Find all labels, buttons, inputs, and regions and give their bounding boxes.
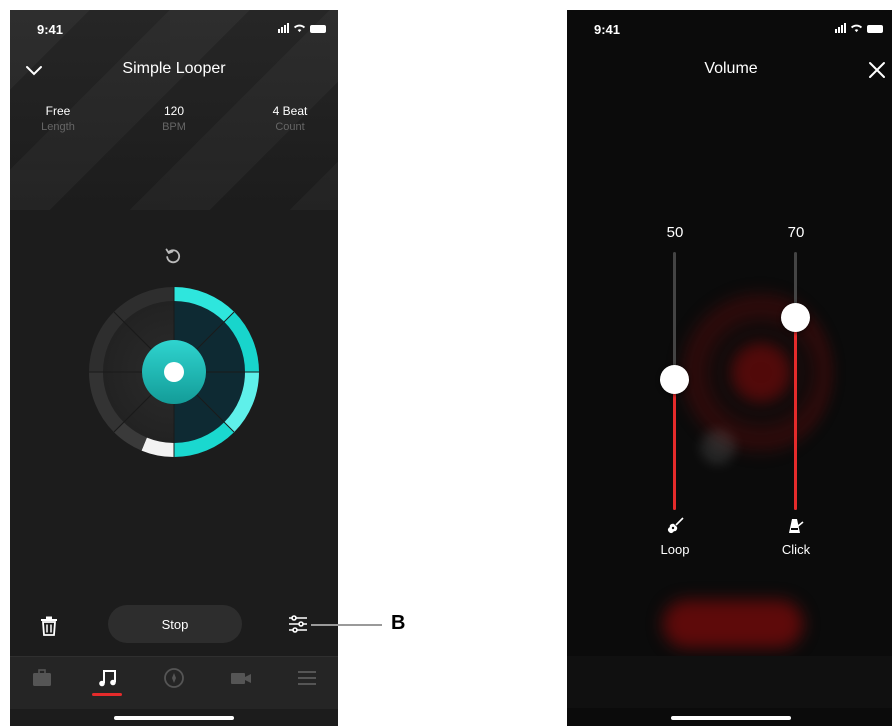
page-title: Volume	[704, 60, 758, 77]
bpm-value: 120	[163, 104, 185, 118]
system-icons	[278, 23, 326, 33]
home-indicator	[671, 716, 791, 720]
looper-screen: 9:41 Simple Looper Free Length 120 BPM 4…	[10, 10, 338, 726]
callout-label: B	[391, 612, 406, 634]
video-camera-icon[interactable]	[230, 667, 252, 689]
sliders-icon[interactable]	[288, 614, 308, 634]
info-bpm[interactable]: 120 BPM	[134, 104, 214, 133]
control-bar: Stop	[10, 605, 338, 647]
page-title: Simple Looper	[122, 60, 226, 77]
callout-line	[311, 624, 382, 626]
count-label: Count	[275, 121, 305, 133]
status-bar: 9:41	[567, 20, 892, 40]
looper-dial[interactable]	[88, 286, 260, 458]
count-value: 4 Beat	[272, 104, 308, 118]
click-volume-value: 70	[787, 224, 805, 241]
volume-screen: 9:41 Volume 50 Loop 70 Click	[567, 10, 892, 726]
screenshot-canvas: 9:41 Simple Looper Free Length 120 BPM 4…	[0, 0, 892, 726]
signal-icon	[835, 23, 846, 33]
header: Volume	[567, 58, 892, 82]
status-time: 9:41	[37, 22, 64, 37]
slider-knob[interactable]	[781, 303, 810, 332]
home-indicator	[114, 716, 234, 720]
briefcase-icon[interactable]	[31, 667, 53, 689]
active-tab-indicator	[92, 693, 122, 696]
system-icons	[835, 23, 883, 33]
click-label: Click	[781, 542, 811, 557]
header: Simple Looper	[10, 58, 338, 82]
wifi-icon	[293, 24, 306, 33]
loop-volume-value: 50	[666, 224, 684, 241]
slider-fill	[794, 317, 797, 510]
blurred-background	[567, 10, 892, 726]
stop-button[interactable]: Stop	[108, 605, 242, 643]
bpm-label: BPM	[162, 121, 186, 133]
battery-icon	[867, 25, 883, 33]
loop-label: Loop	[660, 542, 690, 557]
length-label: Length	[41, 121, 75, 133]
info-length[interactable]: Free Length	[18, 104, 98, 133]
info-count[interactable]: 4 Beat Count	[250, 104, 330, 133]
close-icon[interactable]	[867, 60, 887, 80]
slider-fill	[673, 379, 676, 510]
battery-icon	[310, 25, 326, 33]
undo-icon[interactable]	[164, 247, 182, 265]
slider-knob[interactable]	[660, 365, 689, 394]
signal-icon	[278, 23, 289, 33]
status-bar: 9:41	[10, 20, 338, 40]
click-volume-slider[interactable]: 70 Click	[766, 224, 826, 564]
music-note-icon[interactable]	[97, 667, 119, 689]
dial-center-dot	[164, 362, 184, 382]
trash-icon[interactable]	[40, 616, 58, 636]
guitar-icon	[667, 517, 684, 534]
metronome-icon	[789, 519, 804, 533]
loop-volume-slider[interactable]: 50 Loop	[645, 224, 705, 564]
status-time: 9:41	[594, 22, 621, 37]
length-value: Free	[45, 104, 71, 118]
wifi-icon	[850, 24, 863, 33]
tab-bar	[10, 656, 338, 709]
menu-icon[interactable]	[296, 667, 318, 689]
compass-icon[interactable]	[163, 667, 185, 689]
